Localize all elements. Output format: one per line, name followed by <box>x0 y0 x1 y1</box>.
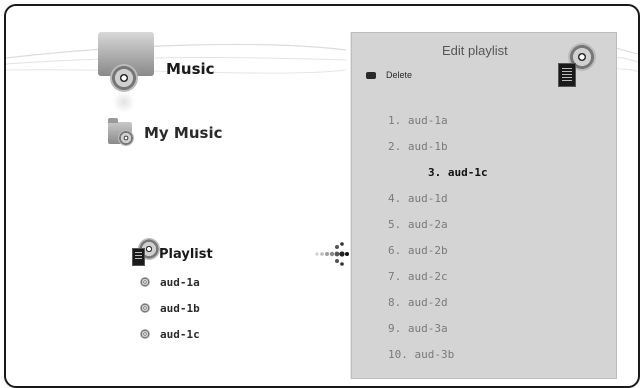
track-item[interactable]: 5. aud-2a <box>388 218 448 231</box>
edit-playlist-title: Edit playlist <box>442 43 508 58</box>
track-item[interactable]: 2. aud-1b <box>388 140 448 153</box>
playlist-item-label: aud-1c <box>160 327 200 341</box>
track-item[interactable]: 8. aud-2d <box>388 296 448 309</box>
music-disc-icon <box>110 64 138 92</box>
delete-button-icon[interactable] <box>366 71 376 79</box>
music-folder-icon[interactable] <box>108 118 136 146</box>
track-item[interactable]: 4. aud-1d <box>388 192 448 205</box>
disc-icon <box>140 277 150 287</box>
playlist-item-label: aud-1a <box>160 275 200 289</box>
disc-icon <box>140 303 150 313</box>
edit-playlist-panel: Edit playlist Delete 1. aud-1a 2. aud-1b… <box>351 32 617 379</box>
playlist-item[interactable]: aud-1a <box>140 274 200 290</box>
playlist-icon[interactable] <box>132 238 160 266</box>
playlist-label[interactable]: Playlist <box>159 247 213 262</box>
folder-disc <box>118 130 134 146</box>
music-category-label[interactable]: Music <box>166 60 215 78</box>
panel-document <box>558 63 576 87</box>
playlist-item[interactable]: aud-1c <box>140 326 200 342</box>
edit-playlist-icon <box>558 43 598 87</box>
my-music-label[interactable]: My Music <box>144 124 223 142</box>
playlist-document <box>132 248 145 266</box>
track-item[interactable]: 9. aud-3a <box>388 322 448 335</box>
delete-label: Delete <box>386 70 413 80</box>
music-reflection <box>112 92 136 112</box>
track-item-selected[interactable]: 3. aud-1c <box>428 166 488 179</box>
tv-screen-frame: Music My Music Playlist aud-1a aud-1b au… <box>4 4 640 388</box>
track-item[interactable]: 7. aud-2c <box>388 270 448 283</box>
track-item[interactable]: 10. aud-3b <box>388 348 454 361</box>
playlist-item-label: aud-1b <box>160 301 200 315</box>
dotted-arrow-icon <box>315 242 349 266</box>
disc-icon <box>140 329 150 339</box>
playlist-item[interactable]: aud-1b <box>140 300 200 316</box>
delete-action[interactable]: Delete <box>366 70 412 80</box>
track-item[interactable]: 6. aud-2b <box>388 244 448 257</box>
track-item[interactable]: 1. aud-1a <box>388 114 448 127</box>
